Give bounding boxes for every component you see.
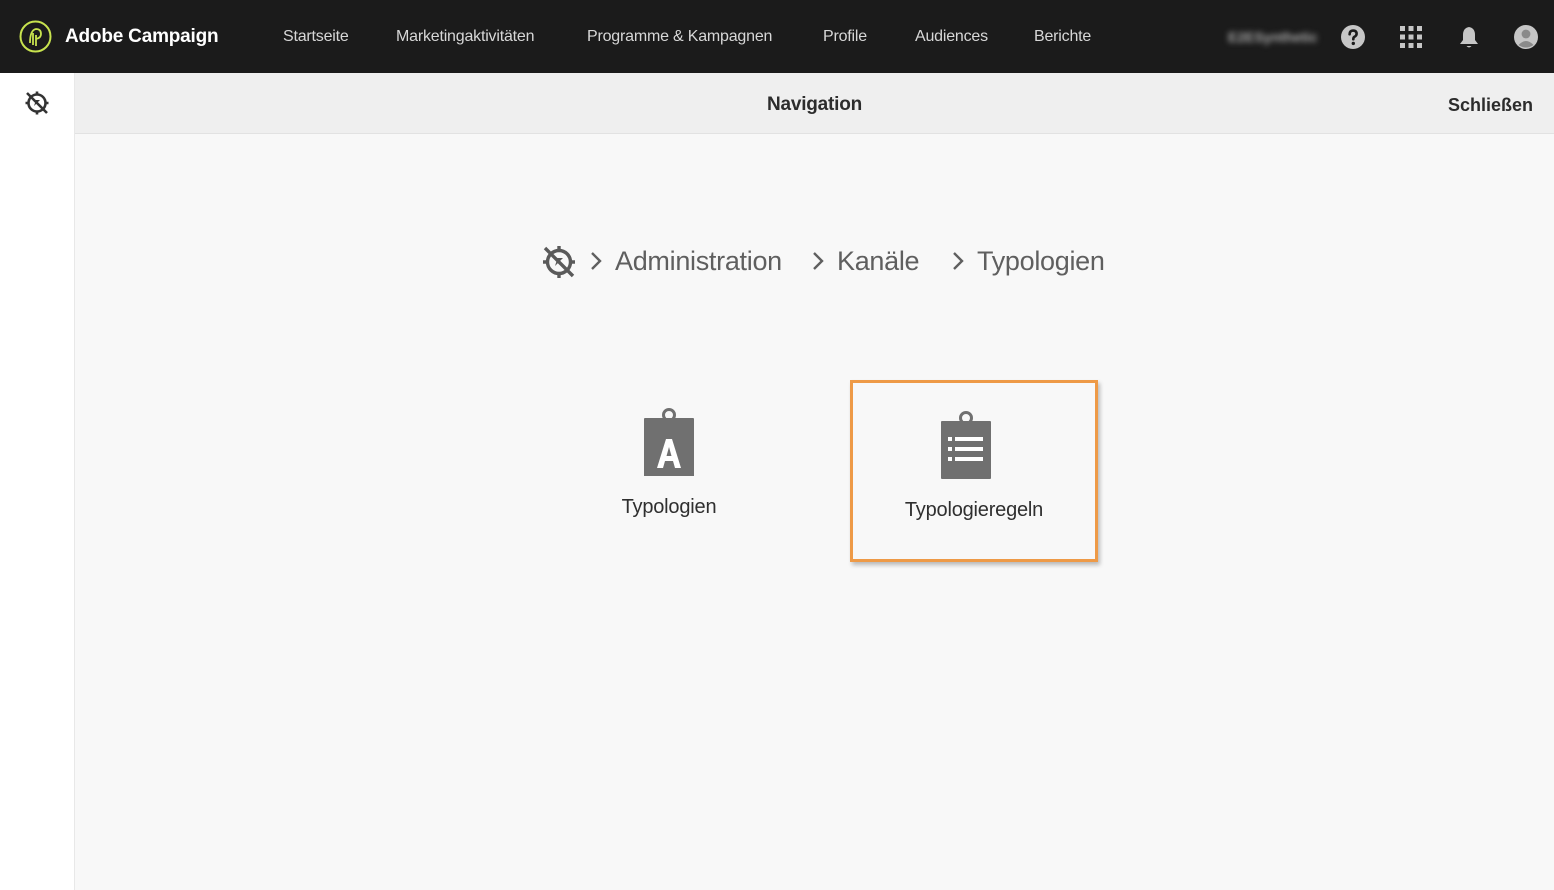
nav-item-marketingaktivitaeten[interactable]: Marketingaktivitäten (396, 28, 534, 46)
close-button[interactable]: Schließen (1448, 95, 1533, 116)
brand-name: Adobe Campaign (65, 26, 219, 47)
adobe-campaign-logo-icon[interactable] (19, 20, 52, 53)
panel-header: Navigation Schließen (75, 73, 1554, 134)
chevron-right-icon (591, 252, 602, 270)
clipboard-a-icon (644, 408, 694, 476)
breadcrumb-item-typologien[interactable]: Typologien (977, 246, 1105, 277)
nav-item-berichte[interactable]: Berichte (1034, 28, 1091, 46)
chevron-right-icon (953, 252, 964, 270)
notification-bell-icon[interactable] (1457, 25, 1481, 49)
user-avatar-icon[interactable] (1514, 25, 1538, 49)
username-label[interactable]: E2ESynthetic (1228, 29, 1317, 45)
breadcrumb-root-compass-off-icon[interactable] (541, 244, 577, 280)
clipboard-list-icon (941, 411, 991, 479)
breadcrumb-item-kanaele[interactable]: Kanäle (837, 246, 920, 277)
panel-title: Navigation (766, 94, 863, 115)
top-navigation-bar: Adobe Campaign Startseite Marketingaktiv… (0, 0, 1554, 73)
chevron-right-icon (813, 252, 824, 270)
left-rail (0, 73, 75, 890)
card-typologieregeln[interactable]: Typologieregeln (850, 380, 1098, 562)
nav-item-programme-kampagnen[interactable]: Programme & Kampagnen (587, 28, 772, 46)
help-icon[interactable] (1341, 25, 1365, 49)
nav-item-audiences[interactable]: Audiences (915, 28, 988, 46)
card-label-typologieregeln: Typologieregeln (904, 499, 1044, 521)
breadcrumb-item-administration[interactable]: Administration (615, 246, 782, 277)
card-typologien[interactable]: Typologien (545, 380, 793, 562)
compass-off-icon[interactable] (24, 90, 50, 116)
card-label-typologien: Typologien (621, 496, 717, 518)
nav-item-profile[interactable]: Profile (823, 28, 867, 46)
apps-grid-icon[interactable] (1399, 25, 1423, 49)
nav-item-startseite[interactable]: Startseite (283, 28, 349, 46)
